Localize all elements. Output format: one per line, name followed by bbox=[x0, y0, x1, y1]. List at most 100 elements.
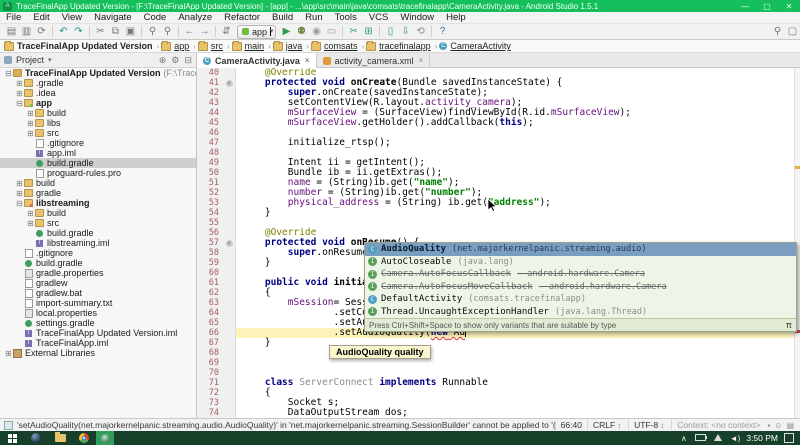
expand-icon[interactable]: ⊞ bbox=[15, 179, 24, 188]
breadcrumb-item-tracefinalapp[interactable]: tracefinalapp bbox=[366, 41, 431, 51]
debug-icon[interactable]: ⚉ bbox=[294, 25, 309, 38]
copy-icon[interactable]: ⧉ bbox=[108, 25, 123, 38]
code-line-47[interactable]: 47 initialize_rtsp(); bbox=[197, 138, 800, 148]
taskbar-clock[interactable]: 3:50 PM bbox=[746, 433, 778, 443]
file-explorer-icon[interactable] bbox=[48, 431, 72, 445]
menu-item-vcs[interactable]: VCS bbox=[363, 12, 395, 23]
code-line-69[interactable]: 69 bbox=[197, 358, 800, 368]
tree-item-build[interactable]: ⊞build bbox=[0, 108, 196, 118]
tree-item-app-iml[interactable]: Iapp.iml bbox=[0, 148, 196, 158]
help-icon[interactable]: ? bbox=[435, 25, 450, 38]
breadcrumb-item-comsats[interactable]: comsats bbox=[311, 41, 358, 51]
tree-item-build[interactable]: ⊞build bbox=[0, 208, 196, 218]
menu-item-tools[interactable]: Tools bbox=[329, 12, 363, 23]
code-line-74[interactable]: 74 DataOutputStream dos; bbox=[197, 408, 800, 418]
menu-item-refactor[interactable]: Refactor bbox=[218, 12, 266, 23]
tree-item-app[interactable]: ⊟app bbox=[0, 98, 196, 108]
tree-item--gitignore[interactable]: .gitignore bbox=[0, 248, 196, 258]
forward-icon[interactable]: → bbox=[197, 25, 212, 38]
menu-item-build[interactable]: Build bbox=[266, 12, 299, 23]
attach-debugger-icon[interactable]: ▭ bbox=[324, 25, 339, 38]
completion-item-camera-autofocuscallback[interactable]: ICamera.AutoFocusCallback- android.hardw… bbox=[365, 268, 796, 281]
cut-icon[interactable]: ✂ bbox=[93, 25, 108, 38]
restore-layout-icon[interactable]: ▢ bbox=[785, 25, 800, 38]
encoding-selector[interactable]: UTF-8↕ bbox=[628, 420, 671, 430]
coverage-icon[interactable]: ◉ bbox=[309, 25, 324, 38]
tray-chevron-icon[interactable]: ∧ bbox=[681, 434, 687, 443]
sync-icon[interactable]: ⟳ bbox=[34, 25, 49, 38]
expand-icon[interactable]: ⊞ bbox=[15, 79, 24, 88]
android-studio-taskbar-icon[interactable] bbox=[96, 431, 114, 445]
replace-icon[interactable]: ⚲ bbox=[160, 25, 175, 38]
context-indicator[interactable]: Context: <no context> bbox=[671, 420, 765, 430]
menu-item-analyze[interactable]: Analyze bbox=[172, 12, 218, 23]
tree-item-gradlew[interactable]: gradlew bbox=[0, 278, 196, 288]
breadcrumb-item-app[interactable]: app bbox=[161, 41, 189, 51]
menu-item-edit[interactable]: Edit bbox=[27, 12, 55, 23]
completion-item-thread-uncaughtexceptionhandler[interactable]: IThread.UncaughtExceptionHandler(java.la… bbox=[365, 306, 796, 319]
speaker-icon[interactable]: ◄) bbox=[730, 434, 741, 443]
collapse-icon[interactable]: ⊟ bbox=[15, 99, 24, 108]
lock-icon[interactable]: ▪ bbox=[765, 421, 772, 430]
breadcrumb-item-src[interactable]: src bbox=[198, 41, 223, 51]
code-line-68[interactable]: 68 bbox=[197, 348, 800, 358]
paste-icon[interactable]: ▣ bbox=[123, 25, 138, 38]
expand-icon[interactable]: ⊞ bbox=[15, 189, 24, 198]
breadcrumb-item-cameraactivity[interactable]: CCameraActivity bbox=[439, 41, 511, 51]
tree-item--gradle[interactable]: ⊞.gradle bbox=[0, 78, 196, 88]
expand-icon[interactable]: ⊞ bbox=[4, 349, 13, 358]
expand-icon[interactable]: ⊞ bbox=[26, 209, 35, 218]
expand-icon[interactable]: ⊞ bbox=[26, 119, 35, 128]
tree-item-build-gradle[interactable]: build.gradle bbox=[0, 228, 196, 238]
start-button[interactable] bbox=[0, 431, 24, 445]
battery-icon[interactable] bbox=[695, 434, 706, 443]
tree-item-build-gradle[interactable]: build.gradle bbox=[0, 258, 196, 268]
menu-item-help[interactable]: Help bbox=[440, 12, 472, 23]
project-panel-title[interactable]: Project bbox=[16, 55, 44, 65]
tab-cameraactivity-java[interactable]: CCameraActivity.java× bbox=[197, 53, 317, 68]
redo-icon[interactable]: ↷ bbox=[71, 25, 86, 38]
hector-inspector-icon[interactable]: ☺ bbox=[772, 421, 784, 430]
tree-item-gradle-properties[interactable]: gradle.properties bbox=[0, 268, 196, 278]
tree-item-libs[interactable]: ⊞libs bbox=[0, 118, 196, 128]
run-icon[interactable]: ▶ bbox=[279, 25, 294, 38]
chrome-icon[interactable] bbox=[72, 431, 96, 445]
expand-icon[interactable]: ⊞ bbox=[26, 219, 35, 228]
tree-item--idea[interactable]: ⊞.idea bbox=[0, 88, 196, 98]
menu-item-view[interactable]: View bbox=[56, 12, 88, 23]
find-icon[interactable]: ⚲ bbox=[145, 25, 160, 38]
expand-icon[interactable]: ⊞ bbox=[26, 109, 35, 118]
line-ending-selector[interactable]: CRLF↕ bbox=[587, 420, 628, 430]
close-button[interactable]: ✕ bbox=[778, 0, 800, 12]
completion-item-audioquality[interactable]: CAudioQuality(net.majorkernelpanic.strea… bbox=[365, 243, 796, 256]
network-icon[interactable] bbox=[714, 434, 722, 443]
collapse-icon[interactable]: ⊟ bbox=[15, 199, 24, 208]
gradle-sync-icon[interactable]: ⟲ bbox=[413, 25, 428, 38]
tree-item-tracefinalapp-iml[interactable]: ITraceFinalApp.iml bbox=[0, 338, 196, 348]
completion-item-camera-autofocusmovecallback[interactable]: ICamera.AutoFocusMoveCallback- android.h… bbox=[365, 281, 796, 294]
tree-item-local-properties[interactable]: local.properties bbox=[0, 308, 196, 318]
menu-item-run[interactable]: Run bbox=[299, 12, 328, 23]
open-icon[interactable]: ▤ bbox=[4, 25, 19, 38]
run-configuration-selector[interactable]: app▾ bbox=[237, 25, 276, 39]
capture-icon[interactable]: ✂ bbox=[346, 25, 361, 38]
minimize-button[interactable]: — bbox=[734, 0, 756, 12]
menu-item-code[interactable]: Code bbox=[138, 12, 173, 23]
completion-item-autocloseable[interactable]: IAutoCloseable(java.lang) bbox=[365, 256, 796, 269]
layout-inspector-icon[interactable]: ⊞ bbox=[361, 25, 376, 38]
avd-manager-icon[interactable]: ▯ bbox=[383, 25, 398, 38]
completion-item-defaultactivity[interactable]: CDefaultActivity(comsats.tracefinalapp) bbox=[365, 293, 796, 306]
chevron-down-icon[interactable]: ▾ bbox=[48, 56, 52, 64]
menu-item-file[interactable]: File bbox=[0, 12, 27, 23]
breadcrumb-item-tracefinalapp-updated-version[interactable]: TraceFinalApp Updated Version bbox=[4, 41, 153, 51]
tree-item-tracefinalapp-updated-version-iml[interactable]: ITraceFinalApp Updated Version.iml bbox=[0, 328, 196, 338]
tree-item-external-libraries[interactable]: ⊞External Libraries bbox=[0, 348, 196, 358]
screen-icon[interactable]: ▤ bbox=[784, 421, 796, 430]
tree-item-tracefinalapp-updated-version[interactable]: ⊟TraceFinalApp Updated Version (F:\Trace… bbox=[0, 68, 196, 78]
code-line-71[interactable]: 71 class ServerConnect implements Runnab… bbox=[197, 378, 800, 388]
tree-item-gradle[interactable]: ⊞gradle bbox=[0, 188, 196, 198]
sdk-manager-icon[interactable]: ⇩ bbox=[398, 25, 413, 38]
tree-item-import-summary-txt[interactable]: import-summary.txt bbox=[0, 298, 196, 308]
compile-icon[interactable]: ⇵ bbox=[219, 25, 234, 38]
back-icon[interactable]: ← bbox=[182, 25, 197, 38]
